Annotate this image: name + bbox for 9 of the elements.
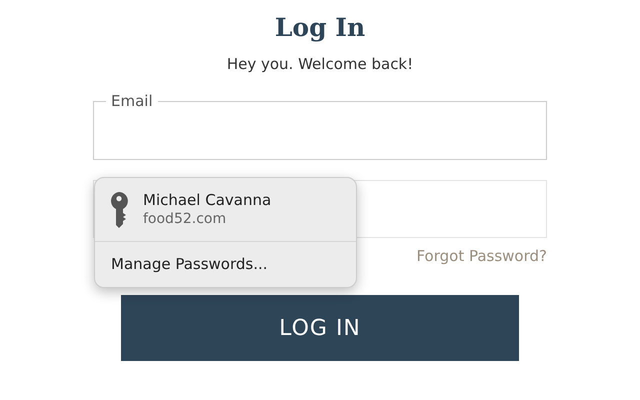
- key-icon: [109, 192, 129, 228]
- welcome-text: Hey you. Welcome back!: [226, 54, 414, 74]
- login-button[interactable]: LOG IN: [121, 295, 519, 361]
- account-site: food52.com: [143, 210, 228, 229]
- page-title: Log In: [274, 12, 366, 44]
- email-field[interactable]: Email: [93, 92, 547, 160]
- account-name: Michael Cavanna: [143, 190, 272, 210]
- saved-account-item[interactable]: Michael Cavanna food52.com: [95, 178, 356, 242]
- manage-passwords-item[interactable]: Manage Passwords...: [95, 242, 356, 286]
